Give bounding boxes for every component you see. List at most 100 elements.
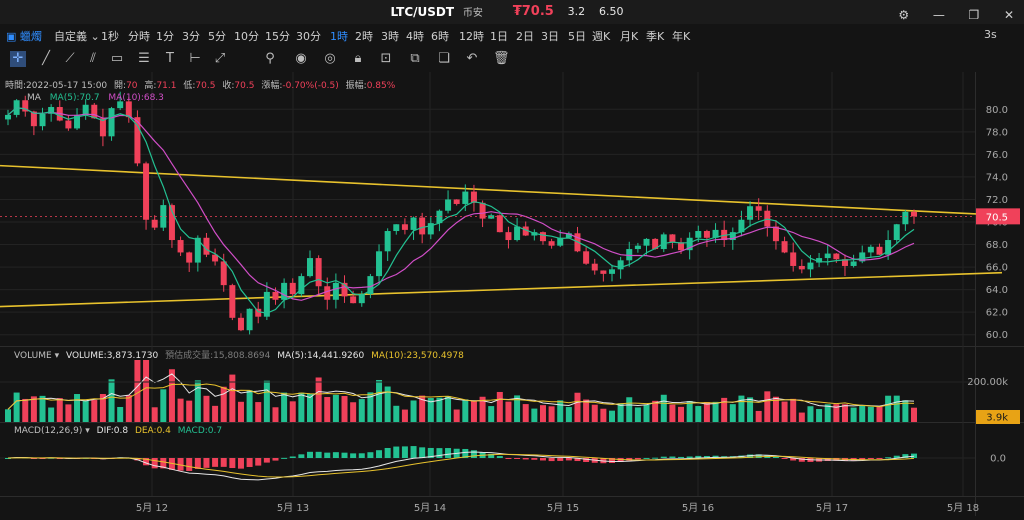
stat-1: 3.2 — [567, 5, 586, 18]
minimize-icon[interactable]: — — [932, 8, 946, 22]
candle-body — [289, 282, 296, 295]
gear-icon[interactable]: ⚙ — [897, 8, 911, 22]
chevron-down-icon[interactable]: ▾ — [85, 426, 90, 436]
candle-body — [893, 224, 900, 241]
date-label: 5月 12 — [136, 502, 168, 514]
timeframe-3[interactable]: 3分 — [182, 28, 200, 44]
macd-histogram-bar — [367, 452, 374, 458]
chart-area[interactable]: 5月 12 5月 13 5月 14 5月 15 5月 16 5月 17 5月 18 80.0 7… — [0, 72, 1024, 516]
restore-icon[interactable]: ❐ — [967, 8, 981, 22]
timeframe-7[interactable]: 30分 — [296, 28, 321, 44]
macd-histogram-bar — [436, 448, 443, 458]
line-icon[interactable]: ╱ — [38, 51, 54, 67]
macd-histogram-bar — [660, 456, 667, 458]
volume-name[interactable]: VOLUME — [14, 351, 52, 361]
ray-icon[interactable]: ⟋ — [62, 51, 78, 67]
delete-icon[interactable]: 🗑︎ — [493, 51, 510, 67]
volume-bar — [850, 407, 857, 422]
candle-body — [143, 163, 150, 220]
candle-body — [833, 253, 840, 260]
volume-bar — [315, 377, 322, 422]
copy-icon[interactable]: ⧉ — [407, 51, 423, 67]
low-label: 低: — [183, 81, 196, 91]
volume-bar — [13, 392, 20, 422]
timeframe-16[interactable]: 3日 — [541, 28, 559, 44]
unlock-icon[interactable]: ⊡ — [378, 51, 394, 67]
macd-histogram-bar — [557, 458, 564, 461]
rectangle-icon[interactable]: ▭ — [109, 51, 125, 67]
measure-icon[interactable]: ⤢ — [212, 51, 228, 67]
candle-body — [108, 108, 115, 137]
timeframe-9[interactable]: 2時 — [355, 28, 373, 44]
price-tick-label: 68.0 — [986, 240, 1008, 251]
chevron-down-icon[interactable]: ▾ — [55, 351, 60, 361]
volume-bar — [798, 412, 805, 422]
timeframe-10[interactable]: 3時 — [381, 28, 399, 44]
volume-bar — [324, 397, 331, 422]
candle-body — [401, 224, 408, 230]
magnet-icon[interactable]: ⚲ — [262, 51, 278, 67]
close-icon[interactable]: ✕ — [1002, 8, 1016, 22]
custom-timeframe-dropdown[interactable]: 自定義 ⌄ — [54, 28, 100, 44]
lock-icon[interactable]: 🔒︎ — [350, 51, 366, 67]
candle-body — [747, 206, 754, 220]
candle-body — [445, 199, 452, 211]
refresh-interval[interactable]: 3s — [984, 28, 997, 41]
undo-icon[interactable]: ↶ — [464, 51, 480, 67]
candle-body — [324, 286, 331, 300]
timeframe-12[interactable]: 6時 — [431, 28, 449, 44]
volume-bar — [755, 410, 762, 422]
close-value: 70.5 — [234, 81, 255, 91]
timeframe-0[interactable]: 1秒 — [101, 28, 119, 44]
macd-tick-label: 0.0 — [990, 454, 1006, 465]
candle-body — [315, 258, 322, 287]
volume-bar — [401, 409, 408, 422]
volume-bar — [263, 380, 270, 422]
horizontal-line-icon[interactable]: ☰ — [136, 51, 152, 67]
volume-bar — [574, 392, 581, 422]
macd-histogram-bar — [867, 458, 874, 459]
macd-histogram-bar — [272, 458, 279, 461]
price-tick-label: 72.0 — [986, 195, 1008, 206]
hide-icon[interactable]: ◎ — [322, 51, 338, 67]
timeframe-1[interactable]: 分時 — [128, 28, 150, 44]
timeframe-5[interactable]: 10分 — [234, 28, 259, 44]
timeframe-4[interactable]: 5分 — [208, 28, 226, 44]
macd-name[interactable]: MACD(12,26,9) — [14, 426, 82, 436]
macd-histogram-bar — [220, 458, 227, 467]
clone-icon[interactable]: ❏ — [436, 51, 452, 67]
candle-body — [755, 206, 762, 211]
candle-body — [410, 217, 417, 230]
timeframe-8[interactable]: 1時 — [330, 28, 348, 44]
timeframe-17[interactable]: 5日 — [568, 28, 586, 44]
timeframe-18[interactable]: 週K — [592, 28, 610, 44]
timeframe-2[interactable]: 1分 — [156, 28, 174, 44]
timeframe-11[interactable]: 4時 — [406, 28, 424, 44]
timeframe-15[interactable]: 2日 — [516, 28, 534, 44]
parallel-line-icon[interactable]: ⫽ — [85, 51, 101, 67]
timeframe-13[interactable]: 12時 — [459, 28, 484, 44]
candle-body — [237, 317, 244, 331]
date-label: 5月 14 — [414, 502, 446, 514]
volume-bar — [445, 396, 452, 422]
ma-legend: MA MA(5):70.7 MA(10):68.3 — [27, 93, 164, 103]
volume-bar — [867, 406, 874, 422]
eye-icon[interactable]: ◉ — [293, 51, 309, 67]
chart-type-selector[interactable]: ▣ 蠟燭 — [6, 28, 42, 44]
ruler-icon[interactable]: ⊢ — [187, 51, 203, 67]
timeframe-14[interactable]: 1日 — [490, 28, 508, 44]
drawing-toolbar: ✛ ╱ ⟋ ⫽ ▭ ☰ T ⊢ ⤢ ⚲ ◉ ◎ 🔒︎ ⊡ ⧉ ❏ ↶ 🗑︎ — [0, 46, 1024, 72]
crosshair-icon[interactable]: ✛ — [10, 51, 26, 67]
timeframe-6[interactable]: 15分 — [265, 28, 290, 44]
volume-bar — [82, 400, 89, 422]
timeframe-20[interactable]: 季K — [646, 28, 664, 44]
custom-label: 自定義 — [54, 30, 87, 43]
price-chart-svg[interactable]: 5月 12 5月 13 5月 14 5月 15 5月 16 5月 17 5月 18 80.0 7… — [0, 72, 1024, 516]
text-icon[interactable]: T — [162, 51, 178, 67]
volume-bar — [790, 398, 797, 422]
timeframe-21[interactable]: 年K — [672, 28, 690, 44]
candle-body — [548, 241, 555, 246]
volume-legend: VOLUME ▾ VOLUME:3,873.1730 預估成交量:15,808.… — [14, 348, 464, 361]
timeframe-19[interactable]: 月K — [620, 28, 638, 44]
macd-histogram-bar — [376, 450, 383, 458]
